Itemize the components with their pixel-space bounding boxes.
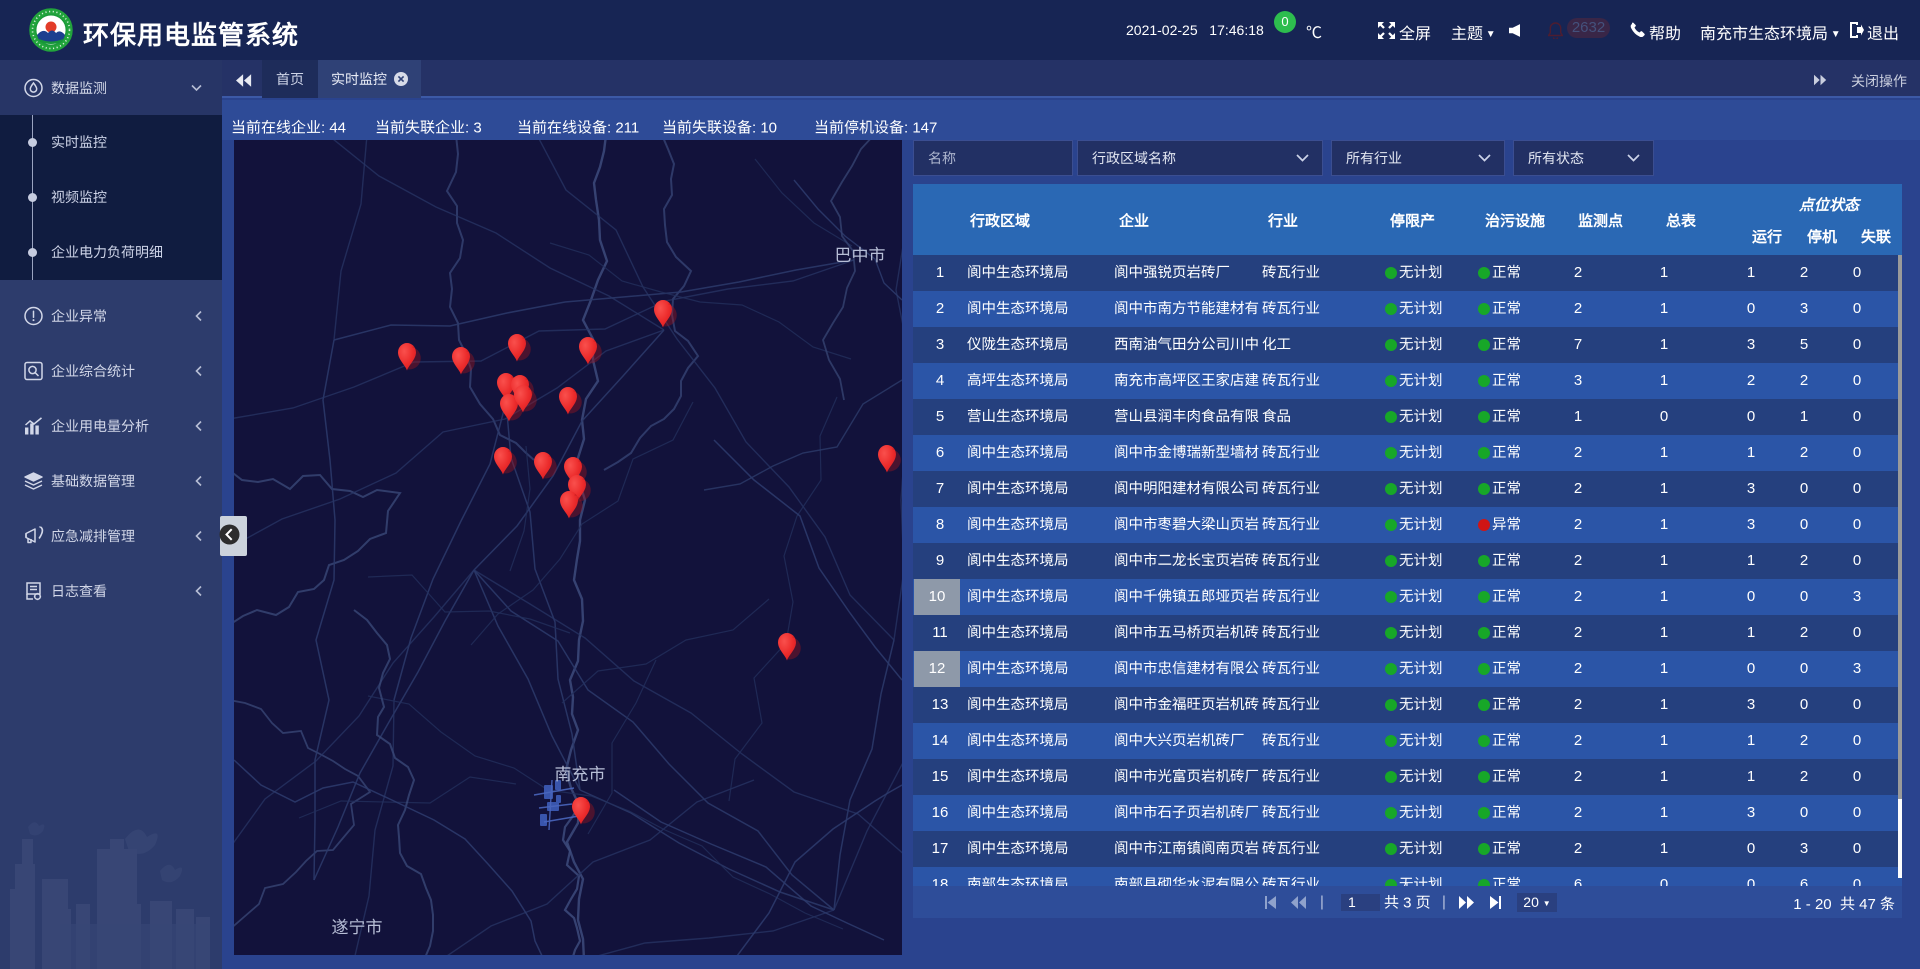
svg-text:遂宁市: 遂宁市 (332, 918, 383, 937)
svg-text:巴中市: 巴中市 (835, 246, 886, 265)
svg-text:南充市: 南充市 (555, 765, 606, 784)
